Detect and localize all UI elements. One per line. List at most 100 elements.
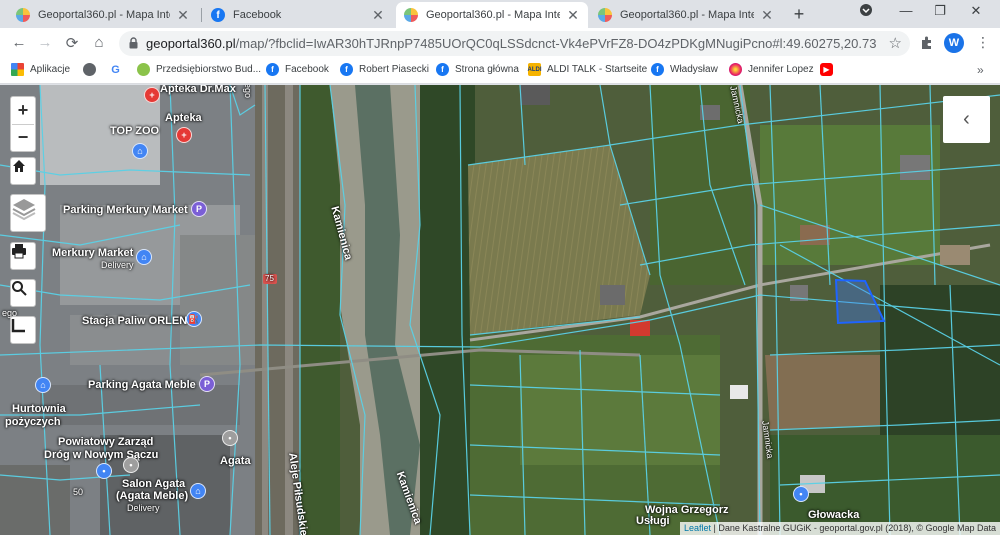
map-label-apteka-drmax: Apteka Dr.Max	[160, 85, 236, 95]
window-close-icon[interactable]: ✕	[966, 3, 986, 19]
bookmark-facebook[interactable]: f Facebook	[266, 63, 329, 76]
close-icon[interactable]: ✕	[566, 7, 580, 24]
facebook-icon: f	[340, 63, 353, 76]
tab-divider	[201, 8, 202, 22]
bookmark-label: Przedsiębiorstwo Bud...	[156, 64, 262, 75]
pharmacy-pin-icon[interactable]: +	[176, 127, 192, 143]
tab-facebook[interactable]: f Facebook ✕	[203, 2, 393, 28]
home-button[interactable]	[10, 157, 36, 185]
layers-button[interactable]	[10, 194, 46, 232]
bookmark-robert[interactable]: f Robert Piasecki	[340, 63, 429, 76]
map-label-apteka: Apteka	[165, 112, 202, 124]
bookmark-label: Strona główna	[455, 64, 519, 75]
satellite-layer	[0, 85, 1000, 535]
geoportal-icon	[404, 8, 418, 22]
bookmark-strona[interactable]: f Strona główna	[436, 63, 519, 76]
shopping-pin-icon[interactable]: ⌂	[132, 143, 148, 159]
side-panel-toggle-button[interactable]: ‹	[943, 96, 990, 143]
print-icon	[12, 244, 26, 259]
aldi-icon: ALDI	[528, 63, 542, 76]
minimize-icon[interactable]: —	[896, 3, 916, 18]
map-label-parking-merkury: Parking Merkury Market	[63, 204, 188, 216]
home-icon[interactable]: ⌂	[89, 34, 109, 51]
globe-icon	[83, 63, 96, 76]
bookmarks-bar: Aplikacje G Przedsiębiorstwo Bud... f Fa…	[0, 59, 1000, 84]
shopping-pin-icon[interactable]: ⌂	[190, 483, 206, 499]
url-path: /map/?fbclid=IwAR30hTJRnpP7485UOrQC0qLSS…	[235, 36, 876, 51]
location-pin-icon[interactable]: •	[222, 430, 238, 446]
bookmark-jennifer[interactable]: Jennifer Lopez	[729, 63, 814, 76]
more-bookmarks-icon[interactable]: »	[977, 63, 984, 77]
tab-geoportal-1[interactable]: Geoportal360.pl - Mapa Interaktyw ✕	[8, 2, 198, 28]
map-label-hurtownia: Hurtownia	[12, 403, 66, 415]
shopping-pin-icon[interactable]: ⌂	[35, 377, 51, 393]
fuel-pin-icon[interactable]: ⛽	[186, 311, 202, 327]
ruler-icon	[11, 319, 25, 333]
bookmark-star-icon[interactable]: ☆	[889, 34, 902, 52]
profile-avatar[interactable]: W	[944, 33, 964, 53]
bookmark-label: Facebook	[285, 64, 329, 75]
pharmacy-pin-icon[interactable]: +	[144, 87, 160, 103]
tab-geoportal-3[interactable]: Geoportal360.pl - Mapa Interaktyw ✕	[590, 2, 782, 28]
url-domain: geoportal360.pl	[146, 36, 236, 51]
map-label-merkury-market: Merkury Market	[52, 247, 134, 259]
geoportal-icon	[598, 8, 612, 22]
map-label-powiatowy-2: Dróg w Nowym Sączu	[44, 449, 159, 461]
map-label-stacja-orlen: Stacja Paliw ORLEN	[82, 315, 188, 327]
map-label-ego-top: ego	[243, 85, 253, 99]
extensions-icon[interactable]	[919, 35, 934, 53]
reload-icon[interactable]: ⟳	[62, 34, 82, 52]
facebook-icon: f	[211, 8, 225, 22]
close-icon[interactable]: ✕	[760, 7, 774, 24]
location-pin-icon[interactable]: •	[96, 463, 112, 479]
location-pin-icon[interactable]: •	[123, 457, 139, 473]
location-pin-icon[interactable]: •	[793, 486, 809, 502]
map-label-glowacka: Głowacka	[808, 509, 860, 521]
attribution-text: | Dane Kastralne GUGiK - geoportal.gov.p…	[711, 523, 996, 533]
maximize-icon[interactable]: ❐	[930, 3, 950, 19]
new-tab-button[interactable]: +	[788, 4, 810, 25]
bookmark-label: ALDI TALK - Startseite	[547, 64, 648, 75]
bookmark-label: Robert Piasecki	[359, 64, 430, 75]
tab-title: Facebook	[233, 9, 282, 21]
facebook-icon: f	[651, 63, 664, 76]
leaflet-link[interactable]: Leaflet	[684, 523, 711, 533]
home-icon	[13, 160, 25, 172]
zoom-in-button[interactable]: +	[10, 98, 36, 124]
back-icon[interactable]: ←	[9, 34, 29, 51]
kebab-menu-icon[interactable]: ⋮	[976, 34, 990, 51]
bookmark-google[interactable]: G	[109, 63, 128, 76]
search-icon	[12, 281, 27, 296]
bookmark-label: Jennifer Lopez	[748, 64, 814, 75]
map-viewport[interactable]: Apteka Dr.Max Apteka TOP ZOO Parking Mer…	[0, 85, 1000, 535]
search-button[interactable]	[10, 279, 36, 307]
shopping-pin-icon[interactable]: ⌂	[136, 249, 152, 265]
tab-search-icon[interactable]	[856, 3, 876, 20]
tab-geoportal-active[interactable]: Geoportal360.pl - Mapa Interaktyw ✕	[396, 2, 588, 28]
address-bar[interactable]: geoportal360.pl/map/?fbclid=IwAR30hTJRnp…	[119, 31, 910, 56]
bookmark-apps[interactable]: Aplikacje	[11, 63, 70, 76]
zoom-out-button[interactable]: −	[10, 125, 36, 151]
url-text: geoportal360.pl/map/?fbclid=IwAR30hTJRnp…	[146, 36, 876, 51]
tab-strip: Geoportal360.pl - Mapa Interaktyw ✕ f Fa…	[0, 0, 1000, 28]
close-icon[interactable]: ✕	[176, 7, 190, 24]
map-label-agata: Agata	[220, 455, 251, 467]
youtube-icon: ▶	[820, 63, 833, 76]
bookmark-wladyslaw[interactable]: f Władysław	[651, 63, 718, 76]
measure-button[interactable]	[10, 316, 36, 344]
parking-pin-icon[interactable]: P	[191, 201, 207, 217]
bookmark-aldi[interactable]: ALDI ALDI TALK - Startseite	[528, 63, 647, 76]
parking-pin-icon[interactable]: P	[199, 376, 215, 392]
map-label-merkury-delivery: Delivery	[101, 260, 134, 270]
road-number-75: 75	[265, 274, 274, 283]
close-icon[interactable]: ✕	[371, 7, 385, 24]
map-label-wojna-2: Usługi	[636, 515, 670, 527]
bookmark-przedsiebiorstwo[interactable]: Przedsiębiorstwo Bud...	[137, 63, 261, 76]
forward-icon[interactable]: →	[35, 34, 55, 51]
browser-toolbar: ← → ⟳ ⌂ geoportal360.pl/map/?fbclid=IwAR…	[0, 28, 1000, 59]
print-button[interactable]	[10, 242, 36, 270]
bookmark-globe[interactable]	[83, 63, 102, 76]
bookmark-label: Aplikacje	[30, 64, 71, 75]
map-label-salon-delivery: Delivery	[127, 503, 160, 513]
bookmark-youtube[interactable]: ▶	[820, 63, 839, 76]
